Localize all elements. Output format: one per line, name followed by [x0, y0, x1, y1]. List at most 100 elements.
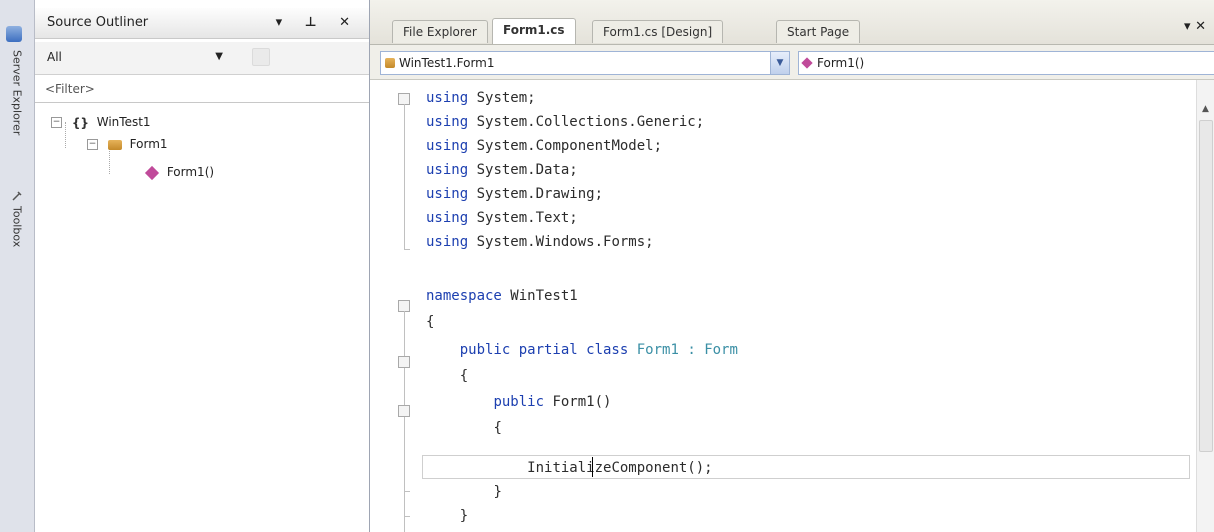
code-keyword: using — [426, 90, 469, 106]
code-keyword: using — [426, 162, 469, 178]
tab-server-explorer[interactable]: Server Explorer — [9, 50, 25, 135]
fold-end — [404, 516, 410, 517]
code-text: System.ComponentModel; — [468, 138, 663, 154]
code-text: { — [493, 420, 502, 436]
filter-input[interactable]: <Filter> — [35, 76, 369, 103]
code-text: Form1() — [544, 394, 612, 410]
code-line: InitializeComponent(); — [426, 456, 713, 480]
code-keyword: using — [426, 210, 469, 226]
scope-dropdown[interactable]: All ▼ — [43, 47, 227, 67]
server-explorer-icon[interactable] — [6, 26, 22, 42]
tab-label: Form1.cs — [503, 23, 565, 37]
code-keyword: namespace — [426, 288, 502, 304]
outliner-title: Source Outliner — [47, 15, 149, 30]
code-keyword: public — [493, 394, 545, 410]
toolbox-tab-label: Toolbox — [10, 206, 24, 248]
tree-item-label: Form1() — [166, 165, 215, 179]
tab-file-explorer[interactable]: File Explorer — [392, 20, 488, 43]
code-text: System; — [468, 90, 536, 106]
collapse-icon[interactable] — [398, 356, 410, 368]
scrollbar-thumb[interactable] — [1199, 120, 1213, 452]
code-keyword: using — [426, 186, 469, 202]
filter-placeholder: <Filter> — [45, 82, 95, 96]
code-keyword: using — [426, 138, 469, 154]
outliner-window-buttons[interactable]: ▾ ⊥ ✕ — [276, 8, 359, 38]
code-text: InitializeComponent(); — [527, 460, 713, 476]
tree-item-namespace[interactable]: − {} WinTest1 — [51, 112, 151, 132]
navigation-bar: WinTest1.Form1 ▼ Form1() ▼ — [370, 45, 1214, 80]
code-line: using System; — [426, 86, 536, 110]
code-line: using System.Data; — [426, 158, 578, 182]
code-text: } — [493, 484, 502, 500]
collapse-icon[interactable]: − — [87, 139, 98, 150]
scroll-up-icon[interactable]: ▲ — [1197, 104, 1214, 114]
tab-form1-cs[interactable]: Form1.cs — [492, 18, 576, 44]
code-keyword: public partial class — [459, 342, 629, 358]
code-line: using System.Windows.Forms; — [426, 230, 654, 254]
toolbox-icon — [12, 191, 22, 201]
code-text: { — [426, 314, 435, 330]
chevron-down-icon: ▼ — [215, 51, 223, 62]
vertical-scrollbar[interactable]: ▲ — [1196, 80, 1214, 532]
code-text: WinTest1 — [501, 288, 578, 304]
member-dropdown[interactable]: Form1() ▼ — [798, 51, 1214, 75]
fold-end — [404, 249, 410, 250]
class-dropdown[interactable]: WinTest1.Form1 ▼ — [380, 51, 790, 75]
code-line: } — [426, 504, 468, 528]
class-icon — [385, 58, 395, 68]
code-line: using System.ComponentModel; — [426, 134, 662, 158]
text-caret — [592, 457, 593, 477]
scope-value: All — [47, 50, 62, 64]
method-icon — [801, 57, 813, 69]
tab-label: File Explorer — [403, 25, 477, 39]
close-icon[interactable]: ▾ ✕ — [1184, 19, 1206, 34]
class-icon — [107, 139, 122, 150]
tree-item-label: Form1 — [129, 137, 168, 151]
code-line: using System.Drawing; — [426, 182, 603, 206]
method-icon — [144, 165, 160, 180]
tab-form1-design[interactable]: Form1.cs [Design] — [592, 20, 724, 43]
tree-item-label: WinTest1 — [96, 115, 151, 129]
tab-start-page[interactable]: Start Page — [776, 20, 861, 43]
code-line: namespace WinTest1 — [426, 284, 578, 308]
code-text: } — [459, 508, 469, 524]
collapse-icon[interactable]: − — [51, 117, 62, 128]
server-explorer-tab-label: Server Explorer — [10, 50, 24, 136]
namespace-icon: {} — [71, 115, 89, 130]
code-text: System.Collections.Generic; — [468, 114, 705, 130]
code-text: System.Text; — [468, 210, 578, 226]
tree-item-method[interactable]: Form1() — [144, 162, 215, 182]
code-line: } — [426, 480, 502, 504]
class-dropdown-value: WinTest1.Form1 — [399, 56, 495, 70]
code-type: Form1 — [636, 342, 679, 358]
code-type: Form — [704, 342, 738, 358]
code-line: { — [426, 310, 434, 334]
outlining-gutter — [370, 80, 418, 532]
member-dropdown-value: Form1() — [817, 56, 865, 70]
fold-line — [404, 104, 405, 249]
code-text: { — [459, 368, 469, 384]
code-text-area[interactable]: using System; using System.Collections.Ge… — [370, 80, 1214, 532]
chevron-down-icon[interactable]: ▼ — [770, 52, 789, 74]
code-line: using System.Collections.Generic; — [426, 110, 704, 134]
document-tab-strip: File Explorer Form1.cs Form1.cs [Design]… — [370, 0, 1214, 45]
code-text: System.Data; — [468, 162, 578, 178]
source-outliner-panel: Source Outliner ▾ ⊥ ✕ All ▼ <Filter> − {… — [35, 0, 370, 532]
code-editor: File Explorer Form1.cs Form1.cs [Design]… — [370, 0, 1214, 532]
code-line: public Form1() — [426, 390, 611, 414]
code-text: : — [678, 342, 705, 358]
code-text: System.Windows.Forms; — [468, 234, 654, 250]
code-line: public partial class Form1 : Form — [426, 338, 738, 362]
tab-label: Form1.cs [Design] — [603, 25, 713, 39]
collapse-icon[interactable] — [398, 405, 410, 417]
tab-toolbox[interactable]: Toolbox — [9, 190, 25, 247]
code-text: System.Drawing; — [468, 186, 604, 202]
refresh-icon[interactable] — [252, 48, 270, 66]
code-line: { — [426, 364, 468, 388]
outliner-toolbar: All ▼ — [35, 42, 369, 75]
side-tool-strip: Server Explorer Toolbox — [0, 0, 35, 532]
outliner-title-bar: Source Outliner ▾ ⊥ ✕ — [35, 8, 369, 39]
tree-item-class[interactable]: − Form1 — [87, 134, 168, 154]
fold-line — [404, 311, 405, 532]
